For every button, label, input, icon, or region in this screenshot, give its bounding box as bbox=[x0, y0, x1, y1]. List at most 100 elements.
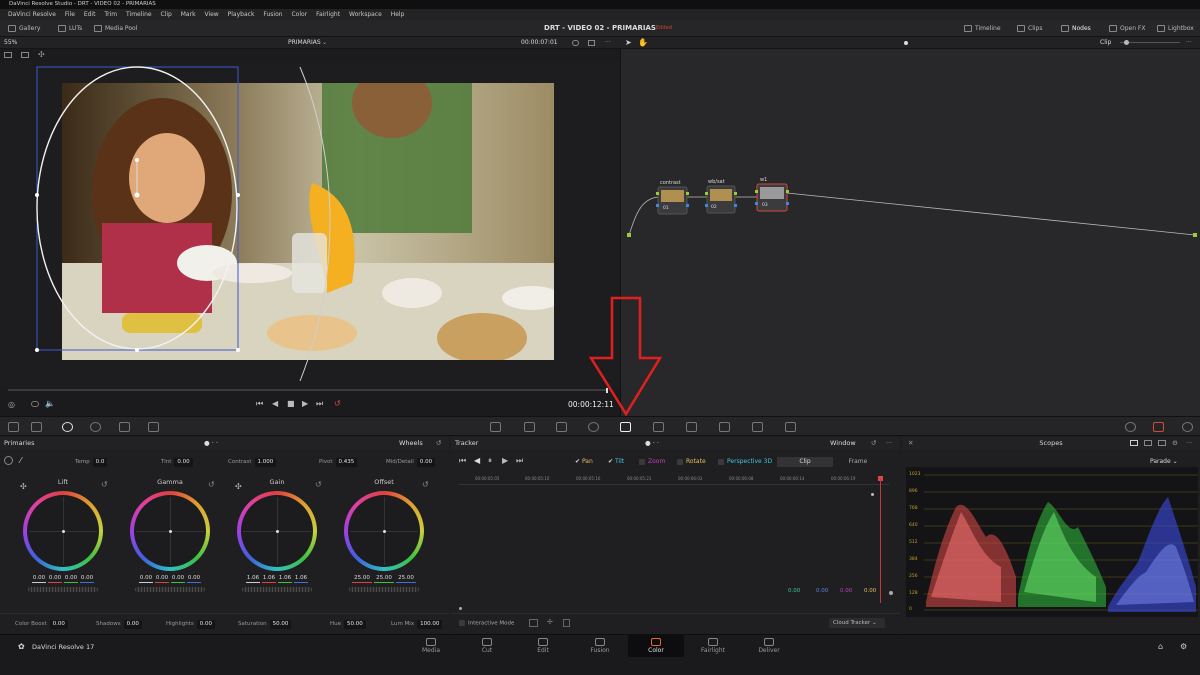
tracker-ruler[interactable]: 00:00:05:05 00:00:05:10 00:00:05:16 00:0… bbox=[459, 473, 889, 485]
highlights-field[interactable]: 0.00 bbox=[196, 620, 215, 629]
saturation-field[interactable]: 50.00 bbox=[269, 620, 292, 629]
highlights-control[interactable]: Highlights 0.00 bbox=[166, 620, 215, 629]
lum-mix-control[interactable]: Lum Mix 100.00 bbox=[391, 620, 443, 629]
lift-wheel[interactable]: Lift 0.00 0.00 0.00 0.00 bbox=[18, 477, 108, 592]
page-edit[interactable]: Edit bbox=[515, 635, 571, 657]
pivot-field[interactable]: 0.435 bbox=[335, 458, 358, 467]
menu-workspace[interactable]: Workspace bbox=[349, 11, 382, 18]
split-screen-icon[interactable] bbox=[21, 52, 29, 58]
gain-b[interactable]: 1.06 bbox=[294, 575, 308, 583]
window-icon[interactable] bbox=[588, 422, 599, 432]
option-zoom[interactable]: Zoom bbox=[639, 458, 665, 465]
temp-control[interactable]: Temp 0.0 bbox=[75, 458, 108, 467]
lightbox-button[interactable]: Lightbox bbox=[1153, 22, 1198, 35]
wipe-icon[interactable] bbox=[588, 40, 595, 46]
layout-quad-icon[interactable] bbox=[1158, 440, 1166, 446]
menu-timeline[interactable]: Timeline bbox=[126, 11, 152, 18]
node-options-icon[interactable]: ··· bbox=[1186, 37, 1192, 49]
scope-mode[interactable]: Parade ⌄ bbox=[1150, 458, 1178, 465]
clip-name-chevron-icon[interactable]: ⌄ bbox=[322, 37, 327, 49]
segment-frame[interactable]: Frame bbox=[833, 457, 883, 467]
gamma-wheel-disc[interactable] bbox=[130, 491, 210, 571]
gain-wheel-disc[interactable] bbox=[237, 491, 317, 571]
color-match-icon[interactable] bbox=[31, 422, 42, 432]
clips-button[interactable]: Clips bbox=[1013, 22, 1046, 35]
middetail-field[interactable]: 0.00 bbox=[416, 458, 436, 467]
lift-r[interactable]: 0.00 bbox=[48, 575, 62, 583]
offset-reset-icon[interactable]: ↺ bbox=[422, 480, 429, 489]
reset-icon[interactable]: ↺ bbox=[436, 437, 441, 449]
option-tilt[interactable]: ✔ Tilt bbox=[608, 458, 624, 465]
option-pan[interactable]: ✔ Pan bbox=[575, 458, 593, 465]
layout-single-icon[interactable] bbox=[1130, 440, 1138, 446]
pivot-control[interactable]: Pivot 0.435 bbox=[319, 458, 358, 467]
picker-icon[interactable]: ⁄ bbox=[20, 456, 21, 465]
gamma-wheel[interactable]: Gamma 0.00 0.00 0.00 0.00 bbox=[125, 477, 215, 592]
tint-field[interactable]: 0.00 bbox=[174, 458, 193, 467]
page-color[interactable]: Color bbox=[628, 635, 684, 657]
gamma-master-slider[interactable] bbox=[135, 587, 205, 592]
close-icon[interactable]: ✕ bbox=[908, 437, 913, 449]
keyframes-icon[interactable] bbox=[1153, 422, 1164, 432]
node-mode[interactable]: Clip bbox=[1100, 37, 1111, 49]
menu-file[interactable]: File bbox=[65, 11, 75, 18]
graph-scroll-handle[interactable] bbox=[889, 591, 893, 595]
menu-clip[interactable]: Clip bbox=[160, 11, 171, 18]
node-zoom-handle[interactable] bbox=[1124, 40, 1129, 45]
temp-field[interactable]: 0.0 bbox=[92, 458, 108, 467]
scopes-options-icon[interactable]: ⚙ bbox=[1172, 437, 1178, 449]
cloud-tracker-dropdown[interactable]: Cloud Tracker ⌄ bbox=[829, 618, 885, 628]
lum-mix-field[interactable]: 100.00 bbox=[417, 620, 443, 629]
zoom-scroll-handle[interactable] bbox=[459, 607, 462, 610]
node-contrast[interactable] bbox=[656, 186, 689, 215]
hue-control[interactable]: Hue 50.00 bbox=[330, 620, 366, 629]
track-reverse-icon[interactable]: ◀ bbox=[474, 456, 480, 465]
primaries-mode[interactable]: Wheels bbox=[399, 437, 423, 449]
menu-view[interactable]: View bbox=[204, 11, 218, 18]
fx-icon[interactable] bbox=[1125, 422, 1136, 432]
menu-color[interactable]: Color bbox=[291, 11, 307, 18]
zoom-level[interactable]: 55% bbox=[4, 37, 17, 49]
option-perspective[interactable]: Perspective 3D bbox=[718, 458, 772, 465]
more-options-icon[interactable]: ··· bbox=[605, 37, 611, 49]
openfx-button[interactable]: Open FX bbox=[1105, 22, 1150, 35]
gamma-b[interactable]: 0.00 bbox=[187, 575, 201, 583]
color-boost-field[interactable]: 0.00 bbox=[49, 620, 68, 629]
loop-playback-icon[interactable]: ↺ bbox=[334, 399, 341, 408]
timeline-button[interactable]: Timeline bbox=[960, 22, 1005, 35]
zoom-checkbox[interactable] bbox=[639, 458, 645, 465]
delete-point-icon[interactable] bbox=[563, 619, 570, 627]
gain-y[interactable]: 1.06 bbox=[246, 575, 260, 583]
play-reverse-icon[interactable]: ◀ bbox=[272, 399, 278, 408]
layout-double-icon[interactable] bbox=[1144, 440, 1152, 446]
highlight-icon[interactable]: ✣ bbox=[38, 50, 45, 59]
menu-playback[interactable]: Playback bbox=[228, 11, 255, 18]
lift-g[interactable]: 0.00 bbox=[64, 575, 78, 583]
lift-wheel-disc[interactable] bbox=[23, 491, 103, 571]
menu-help[interactable]: Help bbox=[391, 11, 405, 18]
node-zoom-slider[interactable] bbox=[1120, 42, 1180, 43]
home-icon[interactable]: ⌂ bbox=[1158, 642, 1163, 651]
tracker-more-icon[interactable]: ··· bbox=[886, 437, 892, 449]
offset-r[interactable]: 25.00 bbox=[352, 575, 372, 583]
contrast-field[interactable]: 1.000 bbox=[254, 458, 277, 467]
gain-reset-icon[interactable]: ↺ bbox=[315, 480, 322, 489]
hue-field[interactable]: 50.00 bbox=[344, 620, 366, 629]
gamma-g[interactable]: 0.00 bbox=[171, 575, 185, 583]
pointer-tool-icon[interactable]: ➤ bbox=[625, 38, 632, 47]
power-window-overlay[interactable] bbox=[0, 61, 620, 388]
cloud-icon[interactable] bbox=[31, 401, 39, 407]
3d-icon[interactable] bbox=[785, 422, 796, 432]
offset-b[interactable]: 25.00 bbox=[396, 575, 416, 583]
page-deliver[interactable]: Deliver bbox=[741, 635, 797, 657]
key-icon[interactable] bbox=[719, 422, 730, 432]
camera-raw-icon[interactable] bbox=[8, 422, 19, 432]
luts-button[interactable]: LUTs bbox=[54, 22, 86, 35]
scrub-track[interactable] bbox=[8, 389, 608, 391]
scopes-more-icon[interactable]: ··· bbox=[1186, 437, 1192, 449]
offset-wheel-disc[interactable] bbox=[344, 491, 424, 571]
offset-master-slider[interactable] bbox=[349, 587, 419, 592]
gain-wheel[interactable]: Gain 1.06 1.06 1.06 1.06 bbox=[232, 477, 322, 592]
media-pool-button[interactable]: Media Pool bbox=[90, 22, 141, 35]
insert-point-icon[interactable] bbox=[529, 619, 538, 627]
